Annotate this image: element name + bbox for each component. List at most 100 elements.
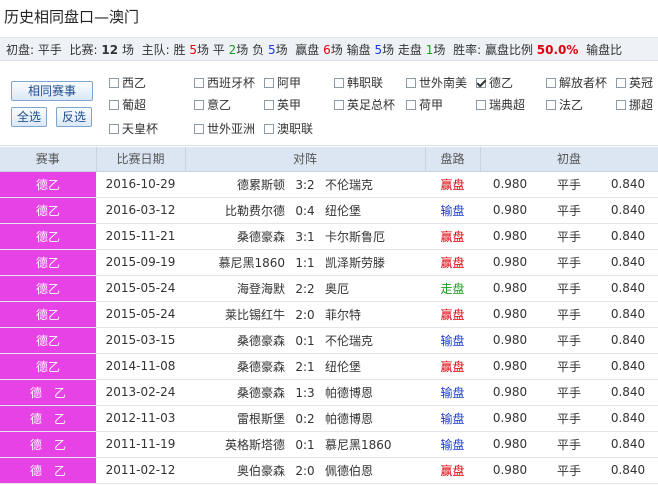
- home-team[interactable]: 慕尼黑1860: [203, 254, 285, 271]
- away-team[interactable]: 慕尼黑1860: [325, 436, 407, 453]
- league-checkbox[interactable]: 韩职联: [334, 75, 383, 91]
- odds-away-cell: 0.840: [598, 379, 658, 406]
- league-cell[interactable]: 德 乙: [0, 431, 96, 458]
- date-cell: 2013-02-24: [96, 379, 185, 406]
- score: 2:2: [295, 281, 315, 296]
- date-cell: 2016-10-29: [96, 171, 185, 198]
- table-row: 德 乙 2013-02-24 桑德豪森 1:3 帕德博恩 输盘 0.980 平手 0.840: [0, 379, 658, 406]
- checkbox-icon[interactable]: [406, 78, 416, 88]
- league-checkbox[interactable]: 意乙: [194, 97, 231, 113]
- score: 1:3: [295, 385, 315, 400]
- checkbox-icon[interactable]: [264, 78, 274, 88]
- away-team[interactable]: 不伦瑞克: [325, 332, 407, 349]
- same-league-button[interactable]: 相同赛事: [11, 81, 93, 101]
- home-team[interactable]: 奥伯豪森: [203, 462, 285, 479]
- checkbox-icon[interactable]: [194, 124, 204, 134]
- checkbox-icon[interactable]: [476, 100, 486, 110]
- home-team[interactable]: 英格斯塔德: [203, 436, 285, 453]
- win-pan-unit: 场: [330, 43, 343, 57]
- home-team[interactable]: 海登海默: [203, 280, 285, 297]
- league-cell[interactable]: 德乙: [0, 197, 96, 224]
- league-cell[interactable]: 德 乙: [0, 379, 96, 406]
- league-cell[interactable]: 德 乙: [0, 405, 96, 432]
- line-cell: 平手: [540, 223, 598, 250]
- away-team[interactable]: 佩德伯恩: [325, 462, 407, 479]
- checkbox-icon[interactable]: [109, 124, 119, 134]
- league-checkbox[interactable]: 英甲: [264, 97, 301, 113]
- checkbox-checked-icon[interactable]: [476, 78, 486, 88]
- home-team[interactable]: 莱比锡红牛: [203, 306, 285, 323]
- table-row: 德 乙 2012-11-03 雷根斯堡 0:2 帕德博恩 输盘 0.980 平手 0.840: [0, 405, 658, 432]
- league-cell[interactable]: 德乙: [0, 249, 96, 276]
- odds-home-cell: 0.980: [480, 197, 540, 224]
- league-checkbox[interactable]: 世外亚洲: [194, 121, 255, 137]
- checkbox-icon[interactable]: [616, 100, 626, 110]
- away-team[interactable]: 纽伦堡: [325, 202, 407, 219]
- checkbox-icon[interactable]: [264, 100, 274, 110]
- away-team[interactable]: 凯泽斯劳滕: [325, 254, 407, 271]
- league-cell[interactable]: 德乙: [0, 223, 96, 250]
- wins-count: 5: [189, 43, 197, 57]
- score: 3:1: [295, 229, 315, 244]
- league-checkbox-label: 世外亚洲: [207, 122, 256, 136]
- home-team[interactable]: 雷根斯堡: [203, 410, 285, 427]
- home-team[interactable]: 桑德豪森: [203, 384, 285, 401]
- checkbox-icon[interactable]: [264, 124, 274, 134]
- league-checkbox[interactable]: 世外南美: [406, 75, 467, 91]
- league-checkbox[interactable]: 瑞典超: [476, 97, 525, 113]
- league-checkbox[interactable]: 英足总杯: [334, 97, 395, 113]
- home-team[interactable]: 德累斯顿: [203, 176, 285, 193]
- checkbox-icon[interactable]: [194, 100, 204, 110]
- table-row: 德乙 2015-11-21 桑德豪森 3:1 卡尔斯鲁厄 赢盘 0.980 平手 0.840: [0, 223, 658, 250]
- checkbox-icon[interactable]: [406, 100, 416, 110]
- checkbox-icon[interactable]: [546, 100, 556, 110]
- checkbox-icon[interactable]: [194, 78, 204, 88]
- league-cell[interactable]: 德乙: [0, 327, 96, 354]
- league-checkbox[interactable]: 阿甲: [264, 75, 301, 91]
- league-checkbox[interactable]: 英冠: [616, 75, 653, 91]
- home-team[interactable]: 比勒费尔德: [203, 202, 285, 219]
- away-team[interactable]: 不伦瑞克: [325, 176, 407, 193]
- home-team[interactable]: 桑德豪森: [203, 358, 285, 375]
- invert-selection-button[interactable]: 反选: [56, 107, 92, 127]
- away-team[interactable]: 帕德博恩: [325, 410, 407, 427]
- checkbox-icon[interactable]: [334, 78, 344, 88]
- checkbox-icon[interactable]: [616, 78, 626, 88]
- lose-ratio-label: 输盘比: [586, 43, 623, 57]
- away-team[interactable]: 卡尔斯鲁厄: [325, 228, 407, 245]
- league-checkbox[interactable]: 荷甲: [406, 97, 443, 113]
- league-checkbox[interactable]: 西班牙杯: [194, 75, 255, 91]
- league-cell[interactable]: 德乙: [0, 171, 96, 198]
- league-checkbox[interactable]: 德乙: [476, 75, 513, 91]
- checkbox-icon[interactable]: [334, 100, 344, 110]
- away-team[interactable]: 帕德博恩: [325, 384, 407, 401]
- home-team[interactable]: 桑德豪森: [203, 332, 285, 349]
- date-cell: 2015-03-15: [96, 327, 185, 354]
- league-checkbox[interactable]: 澳职联: [264, 121, 313, 137]
- matchup-cell: 慕尼黑1860 1:1 凯泽斯劳滕: [185, 249, 425, 276]
- away-team[interactable]: 菲尔特: [325, 306, 407, 323]
- home-team[interactable]: 桑德豪森: [203, 228, 285, 245]
- league-cell[interactable]: 德 乙: [0, 457, 96, 484]
- select-all-button[interactable]: 全选: [11, 107, 47, 127]
- league-checkbox[interactable]: 法乙: [546, 97, 583, 113]
- away-team[interactable]: 纽伦堡: [325, 358, 407, 375]
- league-checkbox[interactable]: 西乙: [109, 75, 146, 91]
- draws-unit: 场: [236, 43, 249, 57]
- league-cell[interactable]: 德乙: [0, 275, 96, 302]
- league-checkbox[interactable]: 天皇杯: [109, 121, 158, 137]
- checkbox-icon[interactable]: [109, 100, 119, 110]
- league-cell[interactable]: 德乙: [0, 301, 96, 328]
- league-checkbox-label: 挪超: [629, 98, 654, 112]
- walk-unit: 场: [433, 43, 446, 57]
- line-cell: 平手: [540, 431, 598, 458]
- league-checkbox[interactable]: 解放者杯: [546, 75, 607, 91]
- away-team[interactable]: 奥厄: [325, 280, 407, 297]
- league-cell[interactable]: 德乙: [0, 353, 96, 380]
- checkbox-icon[interactable]: [109, 78, 119, 88]
- league-checkbox[interactable]: 葡超: [109, 97, 146, 113]
- league-checkbox-label: 韩职联: [347, 76, 384, 90]
- checkbox-icon[interactable]: [546, 78, 556, 88]
- date-cell: 2011-11-19: [96, 431, 185, 458]
- league-checkbox[interactable]: 挪超: [616, 97, 653, 113]
